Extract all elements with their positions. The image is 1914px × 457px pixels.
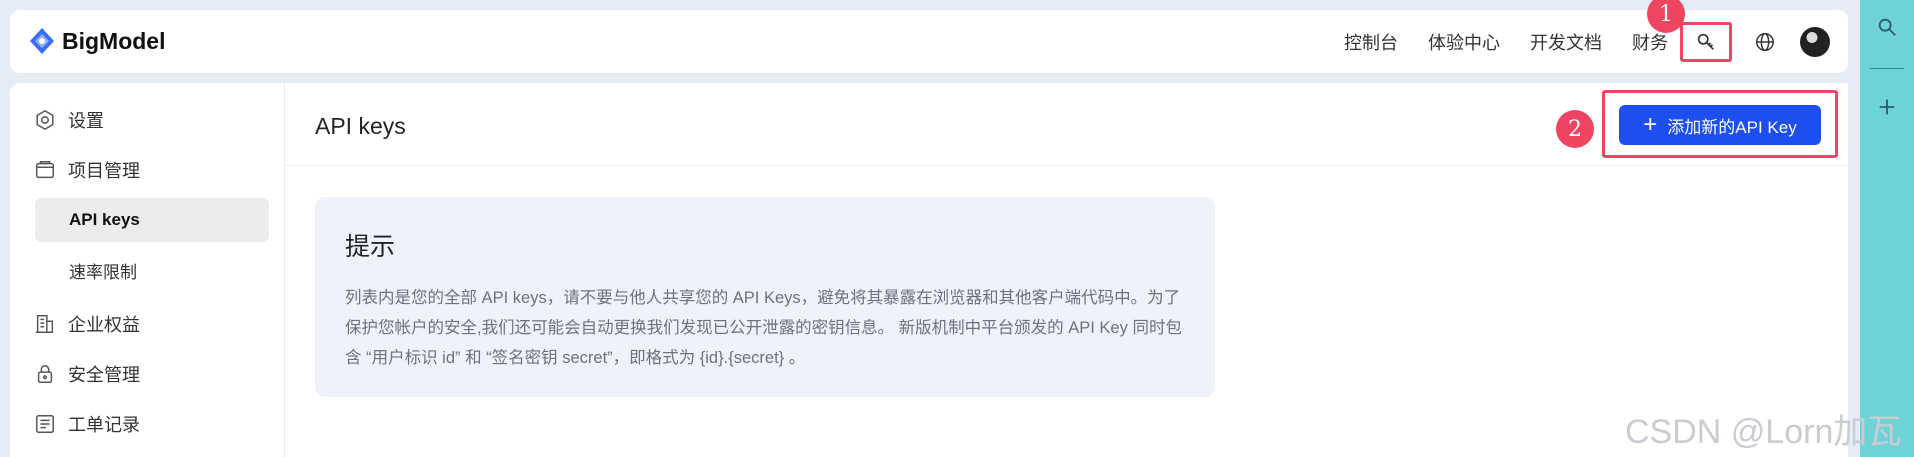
plus-icon: + — [1643, 111, 1658, 138]
tip-body: 列表内是您的全部 API keys，请不要与他人共享您的 API Keys，避免… — [345, 289, 1182, 367]
avatar[interactable] — [1800, 26, 1830, 57]
sidebar-item-projects[interactable]: 项目管理 — [34, 157, 140, 183]
top-nav: 控制台 体验中心 开发文档 财务 — [1344, 10, 1848, 73]
right-strip — [1860, 0, 1914, 457]
bigmodel-logo-icon — [30, 28, 54, 54]
main-panel: API keys + 添加新的API Key 提示 列表内是您的全部 API k… — [285, 83, 1848, 457]
folder-icon — [36, 161, 54, 179]
top-bar: BigModel 控制台 体验中心 开发文档 财务 — [10, 10, 1848, 73]
sidebar-item-enterprise[interactable]: 企业权益 — [34, 311, 140, 337]
strip-divider — [1870, 68, 1904, 69]
globe-icon — [1756, 32, 1774, 51]
sidebar-item-settings[interactable]: 设置 — [34, 107, 104, 133]
sidebar-item-rate-limit[interactable]: 速率限制 — [35, 248, 269, 292]
sidebar-item-api-keys[interactable]: API keys — [35, 198, 269, 242]
lock-icon — [37, 365, 53, 383]
search-icon[interactable] — [1874, 14, 1900, 40]
tip-title: 提示 — [345, 233, 396, 261]
add-api-key-label: 添加新的API Key — [1667, 117, 1797, 137]
page-title: API keys — [315, 113, 406, 139]
sidebar-item-label: 设置 — [68, 111, 104, 131]
sidebar: 设置 项目管理 API keys 速率限制 企业权益 安全管理 工单记录 — [10, 83, 284, 457]
sidebar-item-label: 安全管理 — [68, 365, 140, 385]
brand-name: BigModel — [62, 27, 166, 54]
watermark: CSDN @Lorn加瓦 — [1625, 413, 1902, 451]
sidebar-item-label: 企业权益 — [68, 315, 140, 335]
key-icon — [1697, 33, 1714, 50]
nav-console[interactable]: 控制台 — [1344, 29, 1398, 55]
plus-icon[interactable] — [1874, 94, 1900, 120]
tip-box: 提示 列表内是您的全部 API keys，请不要与他人共享您的 API Keys… — [315, 197, 1215, 397]
ticket-icon — [36, 415, 54, 433]
logo[interactable]: BigModel — [28, 27, 166, 55]
language-button[interactable] — [1750, 27, 1780, 57]
annotation-badge-2: 2 — [1556, 110, 1594, 148]
add-key-highlight: + 添加新的API Key — [1602, 90, 1838, 158]
settings-icon — [36, 109, 54, 131]
sidebar-item-label: 项目管理 — [68, 161, 140, 181]
nav-docs[interactable]: 开发文档 — [1530, 29, 1602, 55]
sidebar-item-tickets[interactable]: 工单记录 — [34, 411, 140, 437]
add-api-key-button[interactable]: + 添加新的API Key — [1619, 105, 1821, 145]
building-icon — [35, 315, 54, 333]
api-key-nav-button[interactable] — [1680, 21, 1732, 62]
sidebar-item-label: 工单记录 — [68, 415, 140, 435]
sidebar-item-security[interactable]: 安全管理 — [34, 361, 140, 387]
nav-playground[interactable]: 体验中心 — [1428, 29, 1500, 55]
main-header: API keys + 添加新的API Key — [285, 83, 1848, 166]
